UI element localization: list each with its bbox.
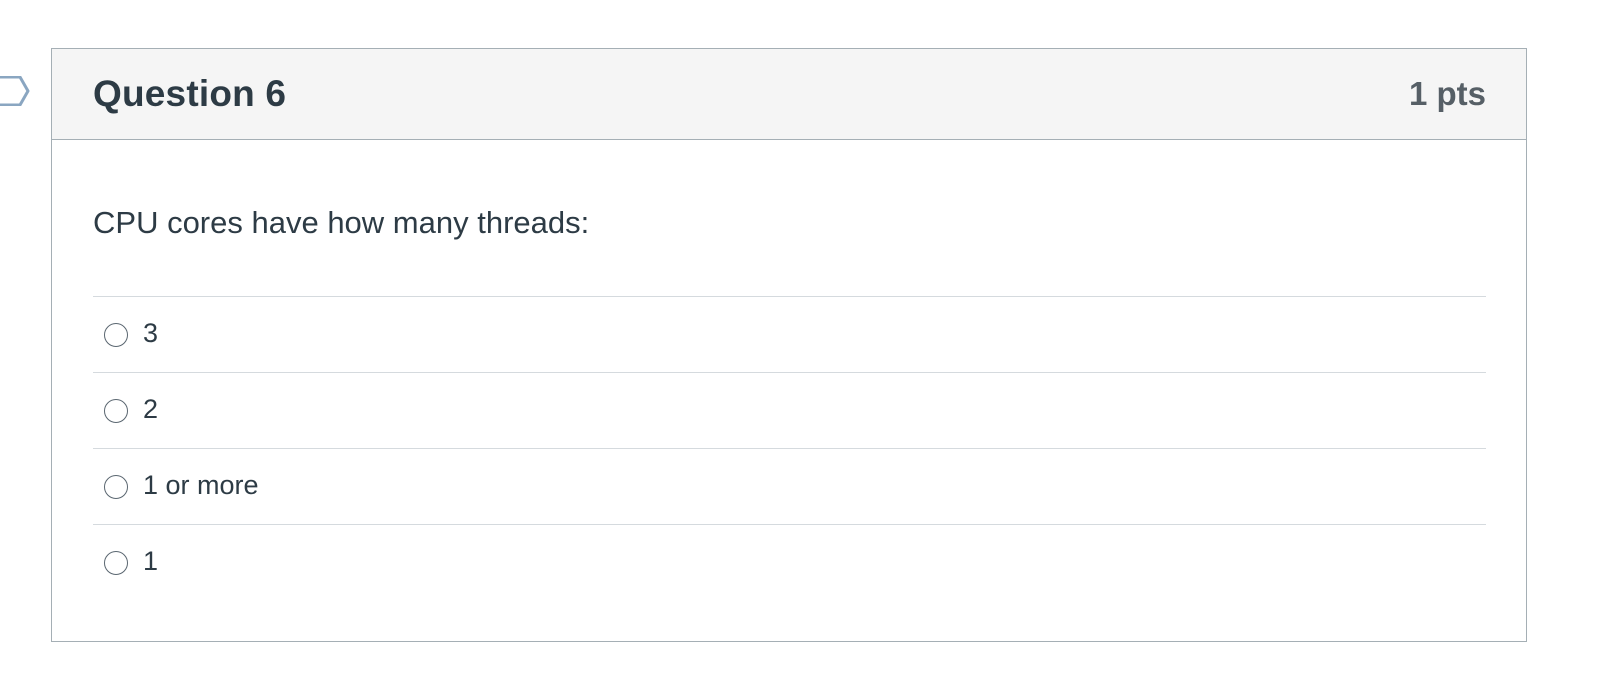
question-points: 1 pts <box>1408 75 1486 112</box>
answer-label[interactable]: 3 <box>143 318 158 348</box>
answer-list: 3 2 1 or more 1 <box>93 296 1486 601</box>
answer-option[interactable]: 1 or more <box>93 449 1486 525</box>
radio-unchecked-icon[interactable] <box>104 322 128 347</box>
answer-option[interactable]: 1 <box>93 525 1486 601</box>
question-card: Question 6 1 pts CPU cores have how many… <box>51 48 1527 642</box>
answer-label[interactable]: 2 <box>143 394 158 424</box>
radio-unchecked-icon[interactable] <box>104 474 128 499</box>
question-body: CPU cores have how many threads: 3 2 1 o… <box>52 202 1526 601</box>
answer-option[interactable]: 3 <box>93 297 1486 373</box>
question-header: Question 6 1 pts <box>52 49 1526 140</box>
radio-unchecked-icon[interactable] <box>104 398 128 423</box>
answer-label[interactable]: 1 or more <box>143 470 259 500</box>
flag-question-icon[interactable] <box>0 76 30 106</box>
question-text: CPU cores have how many threads: <box>93 205 590 240</box>
question-title: Question 6 <box>93 73 287 114</box>
answer-option[interactable]: 2 <box>93 373 1486 449</box>
answer-label[interactable]: 1 <box>143 546 158 576</box>
radio-unchecked-icon[interactable] <box>104 551 128 575</box>
